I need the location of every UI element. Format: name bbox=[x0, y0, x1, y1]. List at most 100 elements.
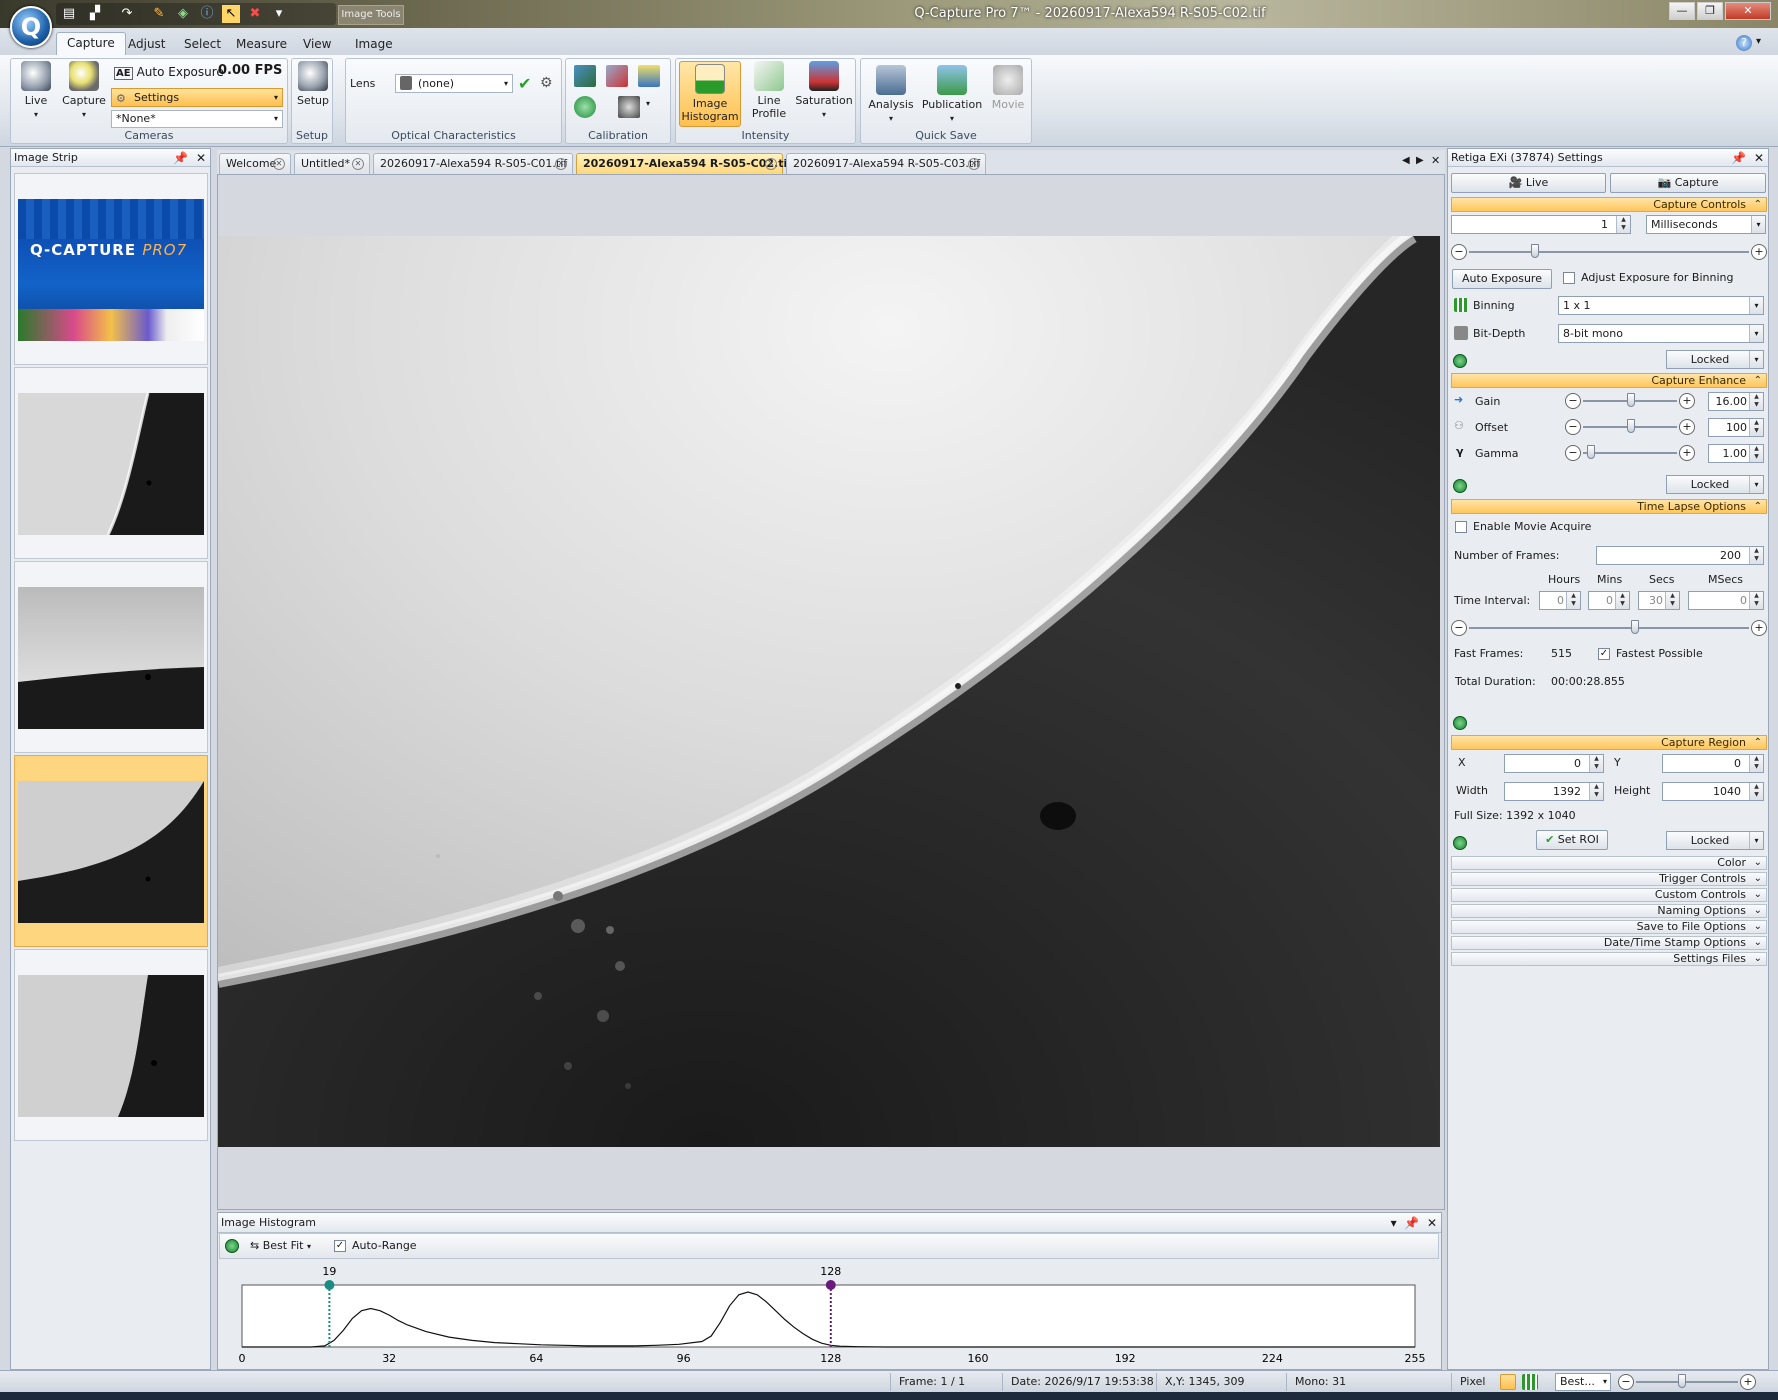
doc-tab-c01[interactable]: 20260917-Alexa594 R-S05-C01.tif ✕ bbox=[373, 153, 573, 174]
trigger-controls-section[interactable]: Trigger Controls ⌄ bbox=[1451, 872, 1767, 886]
tab-capture[interactable]: Capture bbox=[56, 32, 126, 55]
thumbnail-c03[interactable] bbox=[14, 949, 208, 1141]
movie-button[interactable]: Movie bbox=[987, 65, 1029, 111]
check-icon[interactable]: ✔ bbox=[518, 74, 531, 93]
publication-button[interactable]: Publication ▾ bbox=[919, 65, 985, 125]
adjust-binning-checkbox[interactable] bbox=[1563, 272, 1575, 284]
gain-input[interactable]: 16.00 ▲ ▼ bbox=[1708, 392, 1764, 411]
camera-calibration-icon[interactable] bbox=[618, 96, 640, 118]
interval-secs-input[interactable]: 30 ▲ ▼ bbox=[1638, 591, 1680, 610]
maximize-button[interactable]: ❐ bbox=[1697, 2, 1723, 20]
line-profile-button[interactable]: Line Profile bbox=[746, 61, 792, 120]
offset-input[interactable]: 100 ▲ ▼ bbox=[1708, 418, 1764, 437]
save-to-file-section[interactable]: Save to File Options ⌄ bbox=[1451, 920, 1767, 934]
pointer-icon[interactable]: ↖ bbox=[222, 5, 240, 23]
view-grid-icon[interactable] bbox=[1522, 1374, 1538, 1390]
exposure-input[interactable]: 1 ▲ ▼ bbox=[1451, 215, 1631, 234]
setup-button[interactable]: Setup bbox=[294, 61, 332, 107]
help-dropdown-icon[interactable]: ▾ bbox=[1756, 36, 1761, 47]
best-fit-button[interactable]: ⇆ Best Fit ▾ bbox=[250, 1239, 311, 1252]
offset-slider[interactable]: − + bbox=[1565, 419, 1695, 435]
enhance-locked-select[interactable]: Locked ▾ bbox=[1666, 475, 1764, 494]
settings-capture-button[interactable]: 📷 Capture bbox=[1610, 173, 1766, 193]
thumbnail-splash[interactable]: Q-CAPTURE PRO7 bbox=[14, 173, 208, 365]
more-icon[interactable]: ▾ bbox=[270, 5, 288, 23]
dropdown-icon[interactable]: ▾ bbox=[1391, 1216, 1397, 1230]
set-roi-button[interactable]: ✔ Set ROI bbox=[1536, 830, 1608, 850]
new-window-icon[interactable]: ▤ bbox=[60, 5, 78, 23]
zoom-slider[interactable]: − + bbox=[1618, 1374, 1756, 1390]
width-input[interactable]: 1392 ▲ ▼ bbox=[1504, 782, 1604, 801]
scale-icon[interactable] bbox=[638, 65, 660, 87]
frames-input[interactable]: 200 ▲ ▼ bbox=[1596, 546, 1764, 565]
thumbnail-c02-selected[interactable] bbox=[14, 755, 208, 947]
naming-options-section[interactable]: Naming Options ⌄ bbox=[1451, 904, 1767, 918]
doc-tab-untitled[interactable]: Untitled* ✕ bbox=[294, 153, 370, 174]
image-histogram-button[interactable]: Image Histogram bbox=[679, 61, 741, 127]
close-red-icon[interactable]: ✖ bbox=[246, 5, 264, 23]
exposure-unit-select[interactable]: Milliseconds ▾ bbox=[1646, 215, 1766, 234]
auto-range-checkbox[interactable]: ✓ bbox=[334, 1240, 346, 1252]
exposure-slider[interactable]: − + bbox=[1451, 244, 1767, 260]
close-icon[interactable]: ✕ bbox=[968, 158, 980, 170]
region-locked-select[interactable]: Locked ▾ bbox=[1666, 831, 1764, 850]
auto-exposure-button[interactable]: Auto Exposure bbox=[1452, 269, 1552, 289]
tab-measure[interactable]: Measure bbox=[226, 34, 297, 55]
close-icon[interactable]: ✕ bbox=[555, 158, 567, 170]
refresh-icon[interactable] bbox=[1453, 479, 1467, 493]
paint-icon[interactable]: ✎ bbox=[150, 5, 168, 23]
close-icon[interactable]: ✕ bbox=[352, 158, 364, 170]
gain-slider[interactable]: − + bbox=[1565, 393, 1695, 409]
tab-view[interactable]: View bbox=[293, 34, 341, 55]
redo-icon[interactable]: ↷ bbox=[118, 5, 136, 23]
low-marker-handle[interactable] bbox=[324, 1280, 335, 1290]
auto-exposure-button[interactable]: AE Auto Exposure bbox=[114, 65, 224, 80]
chevron-down-icon[interactable]: ▾ bbox=[646, 99, 650, 108]
refresh-icon[interactable] bbox=[1453, 354, 1467, 368]
tab-scroll-right-icon[interactable]: ▶ bbox=[1416, 155, 1424, 166]
interval-mins-input[interactable]: 0 ▲ ▼ bbox=[1588, 591, 1630, 610]
high-marker-handle[interactable] bbox=[825, 1280, 836, 1290]
flat-field-icon[interactable] bbox=[574, 65, 596, 87]
height-input[interactable]: 1040 ▲ ▼ bbox=[1662, 782, 1764, 801]
close-icon[interactable]: ✕ bbox=[196, 151, 206, 165]
help-icon[interactable]: ? bbox=[1736, 35, 1752, 51]
interval-hours-input[interactable]: 0 ▲ ▼ bbox=[1539, 591, 1581, 610]
pin-icon[interactable]: 📌 bbox=[1731, 151, 1746, 165]
close-icon[interactable]: ✕ bbox=[1427, 1216, 1437, 1230]
micrograph-image[interactable] bbox=[218, 236, 1440, 1147]
x-input[interactable]: 0 ▲ ▼ bbox=[1504, 754, 1604, 773]
doc-tab-welcome[interactable]: Welcome ✕ bbox=[219, 153, 291, 174]
settings-files-section[interactable]: Settings Files ⌄ bbox=[1451, 952, 1767, 966]
background-icon[interactable] bbox=[606, 65, 628, 87]
settings-dropdown[interactable]: ⚙ Settings ▾ bbox=[111, 88, 283, 107]
pin-icon[interactable]: 📌 bbox=[1404, 1216, 1419, 1230]
lens-settings-icon[interactable]: ⚙ bbox=[540, 75, 553, 91]
saturation-button[interactable]: Saturation ▾ bbox=[793, 61, 855, 121]
enable-movie-checkbox[interactable] bbox=[1455, 521, 1467, 533]
binning-select[interactable]: 1 x 1 ▾ bbox=[1558, 296, 1764, 315]
doc-tab-c02[interactable]: 20260917-Alexa594 R-S05-C02.tif ✕ bbox=[576, 153, 792, 174]
capture-button[interactable]: Capture ▾ bbox=[61, 61, 107, 121]
interval-msecs-input[interactable]: 0 ▲ ▼ bbox=[1688, 591, 1764, 610]
thumbnail-c02-alt[interactable] bbox=[14, 561, 208, 753]
thumbnail-c01[interactable] bbox=[14, 367, 208, 559]
gamma-input[interactable]: 1.00 ▲ ▼ bbox=[1708, 444, 1764, 463]
tab-scroll-left-icon[interactable]: ◀ bbox=[1402, 155, 1410, 166]
custom-controls-section[interactable]: Custom Controls ⌄ bbox=[1451, 888, 1767, 902]
stamp-icon[interactable]: ▞ bbox=[86, 5, 104, 23]
refresh-icon[interactable] bbox=[225, 1239, 239, 1253]
minimize-button[interactable]: — bbox=[1669, 2, 1695, 20]
bit-depth-select[interactable]: 8-bit mono ▾ bbox=[1558, 324, 1764, 343]
refresh-icon[interactable] bbox=[1453, 836, 1467, 850]
view-image-icon[interactable] bbox=[1500, 1374, 1516, 1390]
controls-locked-select[interactable]: Locked ▾ bbox=[1666, 350, 1764, 369]
y-input[interactable]: 0 ▲ ▼ bbox=[1662, 754, 1764, 773]
doc-tab-c03[interactable]: 20260917-Alexa594 R-S05-C03.tif ✕ bbox=[786, 153, 986, 174]
capture-region-header[interactable]: Capture Region ⌃ bbox=[1451, 735, 1767, 750]
time-lapse-header[interactable]: Time Lapse Options ⌃ bbox=[1451, 499, 1767, 514]
histogram-chart[interactable]: 0 32 64 96 128 160 192 224 255 19 128 bbox=[227, 1262, 1427, 1365]
calibrate-icon[interactable] bbox=[574, 96, 596, 118]
analysis-button[interactable]: Analysis ▾ bbox=[865, 65, 917, 125]
info-icon[interactable]: ⓘ bbox=[198, 5, 216, 23]
